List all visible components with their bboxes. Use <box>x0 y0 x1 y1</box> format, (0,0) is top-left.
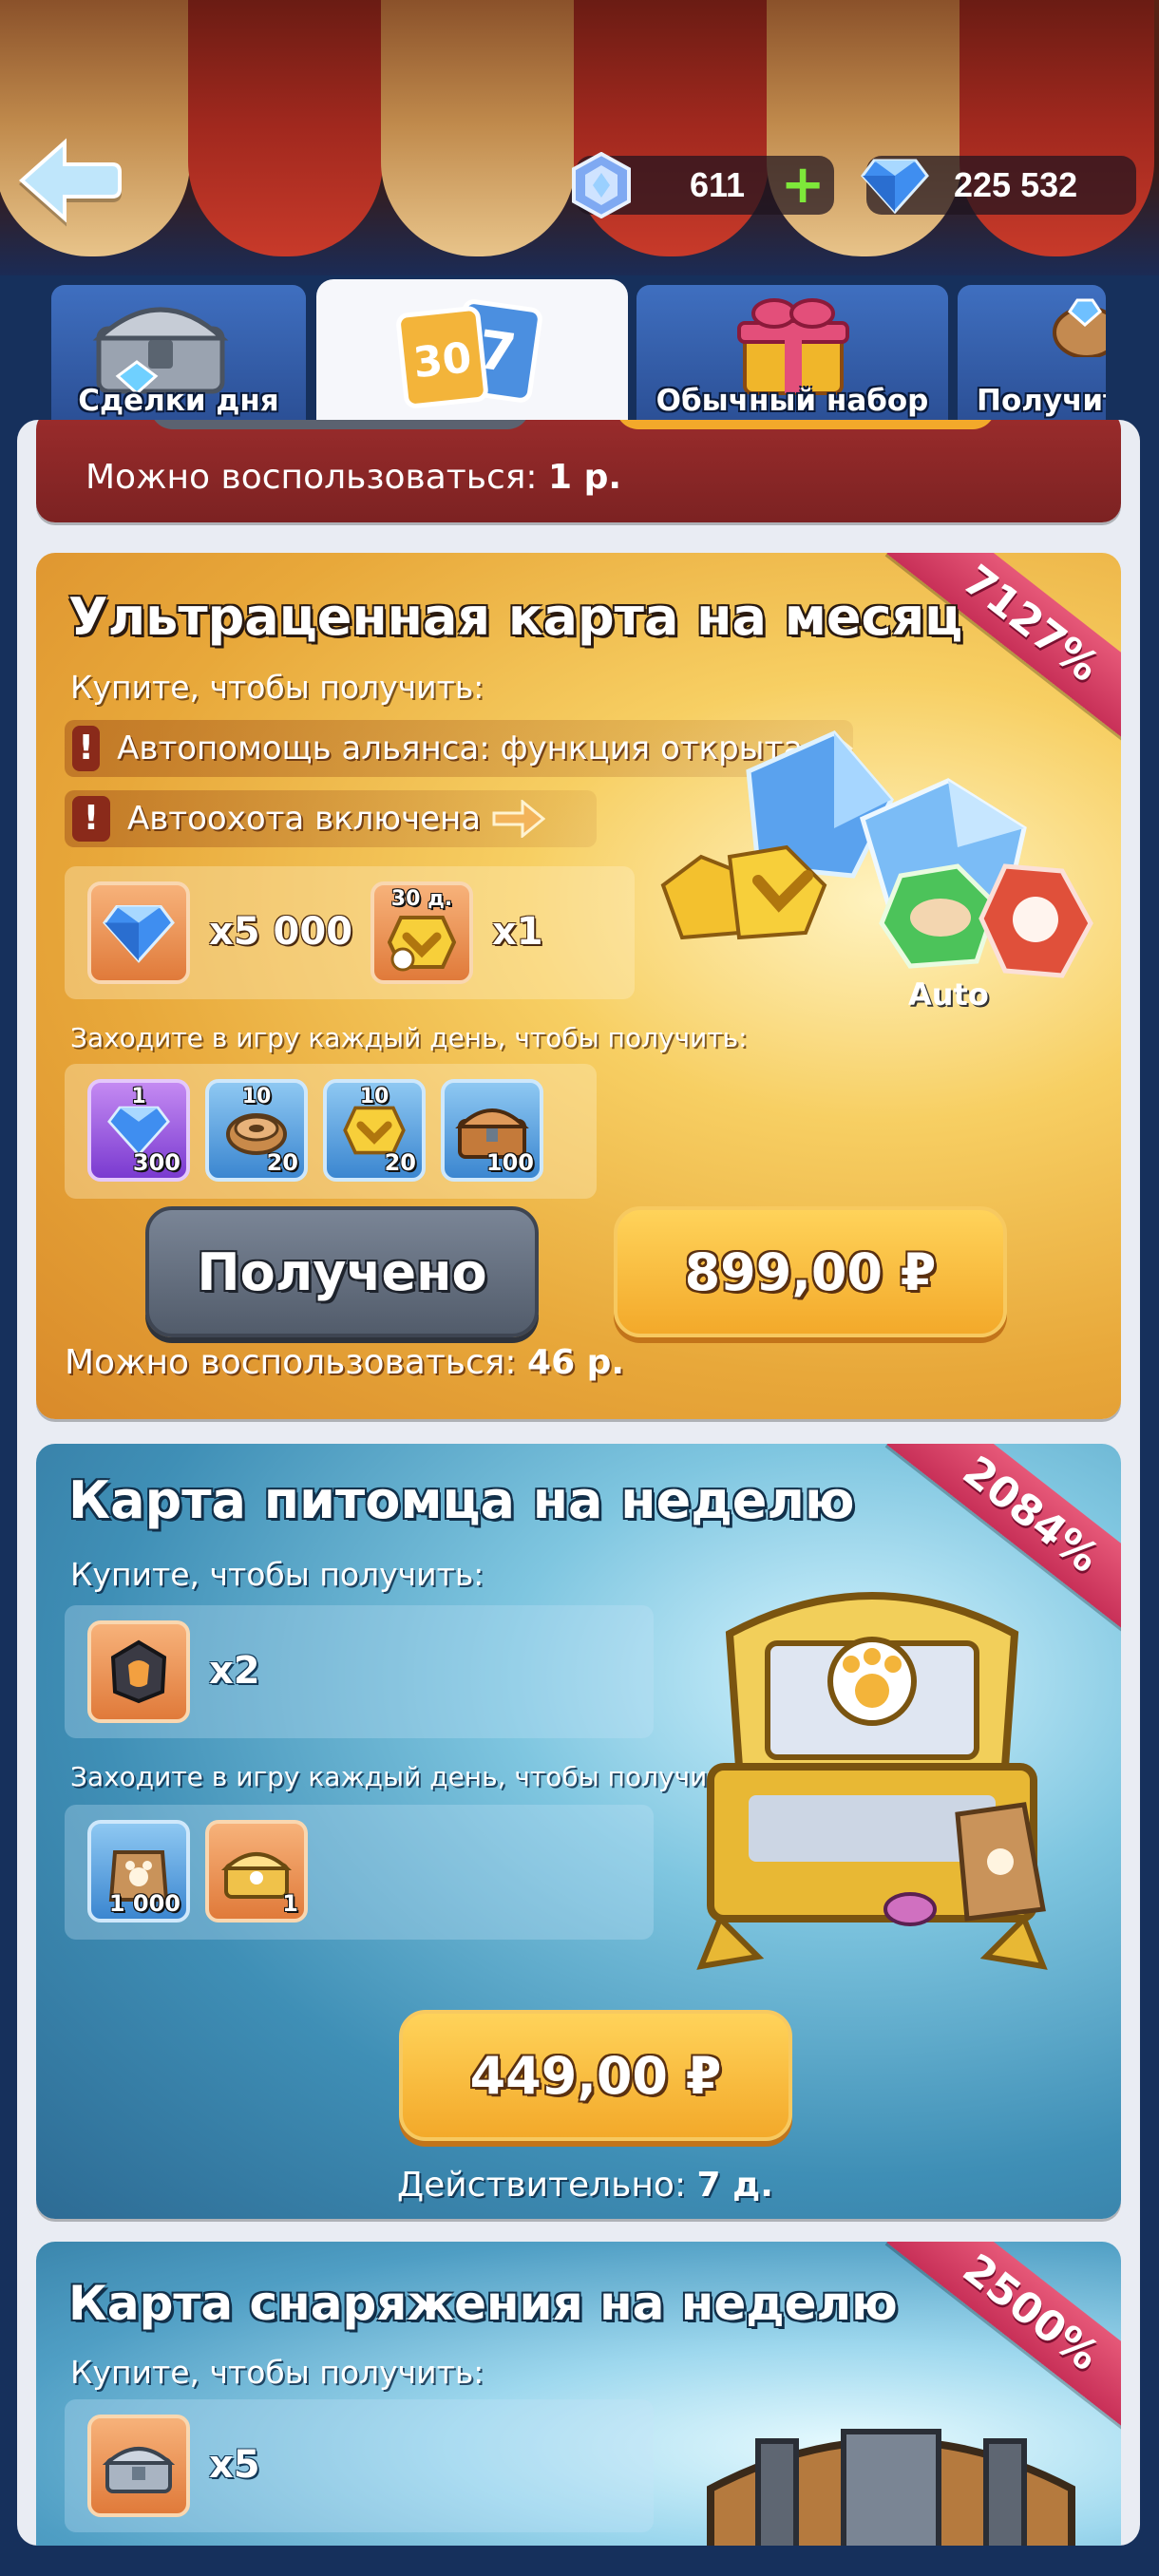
energy-counter: 611 + <box>572 152 834 218</box>
back-button[interactable] <box>17 133 122 228</box>
tab-label: Сделки дня <box>78 384 279 418</box>
reward-speedup-30d: 30 д. <box>370 881 473 984</box>
crystal-hex-icon <box>572 152 631 218</box>
add-energy-button[interactable]: + <box>781 159 826 212</box>
buy-monthly-button[interactable]: 899,00 ₽ <box>614 1206 1007 1337</box>
buy-label: Купите, чтобы получить: <box>70 1556 484 1593</box>
reward-multiplier: x2 <box>209 1649 260 1693</box>
daily-label: Заходите в игру каждый день, чтобы получ… <box>70 1022 748 1053</box>
gear-chest-artwork <box>707 2429 1075 2546</box>
awning-stripe <box>767 0 961 256</box>
buy-label: Купите, чтобы получить: <box>70 2354 484 2391</box>
card-title: Карта питомца на неделю <box>68 1470 855 1530</box>
daily-reward-speedup: 10 20 <box>323 1079 426 1182</box>
usage-label: Можно воспользоваться: <box>86 458 538 497</box>
reward-count: 1 000 <box>108 1890 180 1917</box>
chest-icon <box>92 307 229 395</box>
pet-weekly-card: 2084% Карта питомца на неделю Купите, чт… <box>36 1444 1121 2219</box>
daily-reward-pet-food: 1 000 <box>87 1820 190 1923</box>
awning-stripe <box>960 0 1154 256</box>
pouch-icon <box>1053 298 1106 357</box>
daily-reward-gems: 1 300 <box>87 1079 190 1182</box>
reward-multiplier: x5 <box>209 2443 260 2487</box>
offers-panel: Можно воспользоваться: 1 р. 7127% Ультра… <box>17 420 1140 2546</box>
daily-reward-reel: 10 20 <box>205 1079 308 1182</box>
gems-value: 225 532 <box>954 165 1078 204</box>
card-title: Ультраценная карта на месяц <box>68 587 963 647</box>
feature-autohunt: ! Автоохота включена <box>65 790 597 847</box>
tab-label: Получит <box>977 384 1106 418</box>
top-awning <box>0 0 1159 275</box>
reward-count: 300 <box>132 1149 180 1176</box>
svg-text:30: 30 <box>411 333 474 388</box>
buy-rewards-tray: x5 <box>65 2399 654 2532</box>
daily-rewards-tray: 1 300 10 20 10 20 100 <box>65 1064 597 1199</box>
pet-stone-icon <box>110 1639 167 1704</box>
validity-note: Действительно: 7 д. <box>397 2166 773 2205</box>
tab-cards[interactable]: 7 30 <box>316 279 628 431</box>
awning-stripe <box>381 0 576 256</box>
reward-gems <box>87 881 190 984</box>
daily-rewards-tray: 1 000 1 <box>65 1805 654 1940</box>
daily-label: Заходите в игру каждый день, чтобы получ… <box>70 1761 748 1792</box>
daily-reward-pet-chest: 1 <box>205 1820 308 1923</box>
golden-pet-chest-artwork <box>696 1592 1048 1970</box>
buy-rewards-tray: x5 000 30 д. x1 <box>65 866 635 999</box>
calendar-cards-icon: 7 30 <box>396 299 542 408</box>
previous-claimed-button[interactable] <box>150 420 530 429</box>
reward-count: 20 <box>384 1149 416 1176</box>
reward-multiplier: x1 <box>492 910 543 954</box>
reward-multiplier: x5 000 <box>209 910 353 954</box>
exclamation-icon: ! <box>72 796 110 842</box>
tab-daily-deals[interactable]: Сделки дня <box>51 285 306 424</box>
gear-weekly-card: 2500% Карта снаряжения на неделю Купите,… <box>36 2242 1121 2546</box>
tab-get[interactable]: Получит <box>958 285 1106 424</box>
exclamation-icon: ! <box>72 726 101 771</box>
gem-icon <box>861 159 929 214</box>
previous-offer-card: Можно воспользоваться: 1 р. <box>36 420 1121 522</box>
card-title: Карта снаряжения на неделю <box>68 2276 898 2331</box>
reward-pet-stone <box>87 1620 190 1723</box>
validity-label: Действительно: <box>397 2166 687 2205</box>
buy-label: Купите, чтобы получить: <box>70 669 484 706</box>
buy-rewards-tray: x2 <box>65 1605 654 1738</box>
gems-counter: 225 532 <box>861 156 1136 215</box>
auto-label: Auto <box>908 976 989 1013</box>
usage-value: 1 р. <box>548 458 622 497</box>
arrow-right-icon <box>492 800 546 838</box>
tab-regular-pack[interactable]: Обычный набор <box>636 285 948 424</box>
energy-value: 611 <box>690 165 746 204</box>
reward-gear-chest <box>87 2415 190 2517</box>
usage-note: Можно воспользоваться: 46 р. <box>65 1343 624 1382</box>
awning-stripe <box>188 0 383 256</box>
reward-count: 1 <box>282 1890 298 1917</box>
back-arrow-icon <box>18 138 122 223</box>
validity-value: 7 д. <box>696 2166 773 2205</box>
reward-duration: 30 д. <box>390 887 453 911</box>
daily-reward-chest: 100 <box>441 1079 543 1182</box>
feature-text: Автоохота включена <box>127 800 482 838</box>
reward-count: 20 <box>266 1149 298 1176</box>
buy-pet-card-button[interactable]: 449,00 ₽ <box>399 2010 792 2141</box>
gems-pile-artwork <box>660 729 1093 978</box>
reward-count: 100 <box>485 1149 534 1176</box>
tab-label: Обычный набор <box>656 384 929 418</box>
claimed-button[interactable]: Получено <box>145 1206 539 1337</box>
monthly-ultra-card: 7127% Ультраценная карта на месяц Купите… <box>36 553 1121 1419</box>
usage-value: 46 р. <box>527 1343 625 1382</box>
speedup-30d-icon <box>388 916 456 972</box>
gear-chest-icon <box>102 2447 176 2493</box>
gem-icon <box>103 904 175 963</box>
previous-price-button[interactable] <box>616 420 996 429</box>
usage-note: Можно воспользоваться: 1 р. <box>86 458 621 497</box>
usage-label: Можно воспользоваться: <box>65 1343 517 1382</box>
gift-box-icon <box>737 298 849 395</box>
